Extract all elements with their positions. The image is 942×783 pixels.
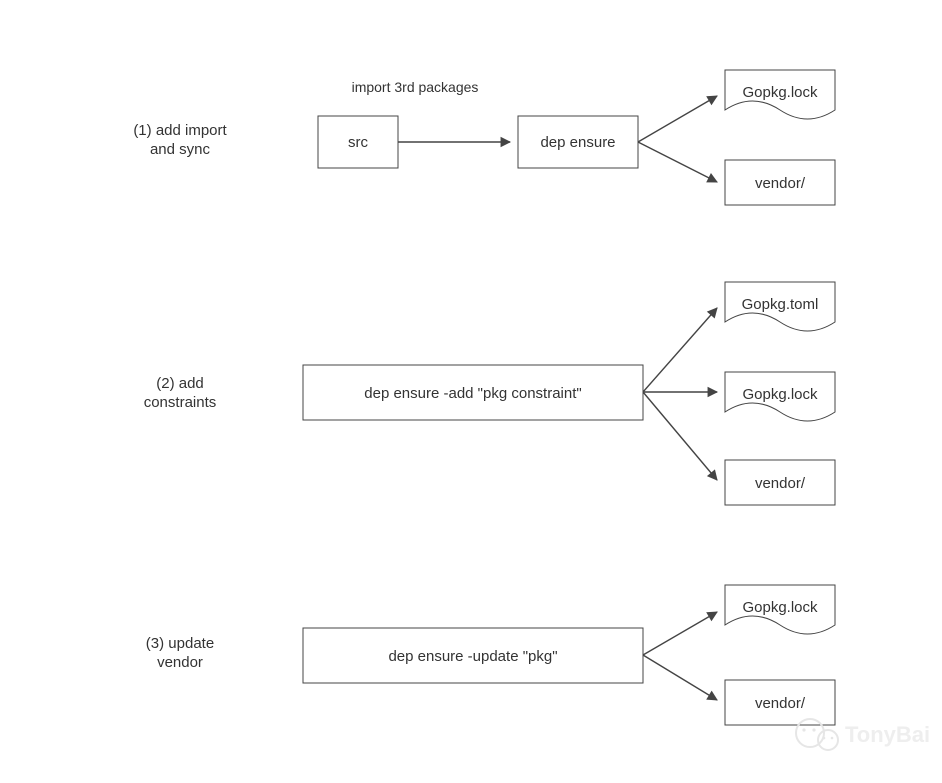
wechat-icon	[802, 728, 805, 731]
output-label-gopkg-lock: Gopkg.lock	[742, 386, 818, 403]
section-title: (3) update	[146, 635, 214, 652]
dep-ensure-update-label: dep ensure -update "pkg"	[388, 648, 557, 665]
dep-ensure-add-label: dep ensure -add "pkg constraint"	[364, 385, 581, 402]
arrow-to-vendor	[638, 142, 717, 182]
output-label-gopkg-lock: Gopkg.lock	[742, 84, 818, 101]
dep-workflow-diagram: (1) add import and sync import 3rd packa…	[0, 0, 942, 783]
section-update-vendor: (3) update vendor dep ensure -update "pk…	[146, 585, 835, 725]
output-label-vendor: vendor/	[755, 175, 806, 192]
wechat-icon	[831, 737, 834, 740]
section-title-line2: constraints	[144, 394, 217, 411]
section-add-import: (1) add import and sync import 3rd packa…	[133, 70, 835, 205]
src-box-label: src	[348, 134, 368, 151]
output-label-vendor: vendor/	[755, 475, 806, 492]
output-label-gopkg-lock: Gopkg.lock	[742, 599, 818, 616]
wechat-icon	[812, 728, 815, 731]
wechat-icon	[823, 737, 826, 740]
arrow-to-vendor	[643, 392, 717, 480]
arrow-to-gopkg-toml	[643, 308, 717, 392]
output-label-gopkg-toml: Gopkg.toml	[742, 296, 819, 313]
section-add-constraints: (2) add constraints dep ensure -add "pkg…	[144, 282, 835, 505]
arrow-to-gopkg-lock	[643, 612, 717, 655]
section-title-line2: vendor	[157, 654, 203, 671]
output-label-vendor: vendor/	[755, 695, 806, 712]
arrow-to-gopkg-lock	[638, 96, 717, 142]
section-title: (2) add	[156, 375, 204, 392]
dep-ensure-label: dep ensure	[540, 134, 615, 151]
arrow-to-vendor	[643, 655, 717, 700]
watermark-text: TonyBai	[845, 722, 930, 747]
section-title-line2: and sync	[150, 141, 211, 158]
import-caption: import 3rd packages	[352, 79, 479, 95]
section-title: (1) add import	[133, 122, 227, 139]
